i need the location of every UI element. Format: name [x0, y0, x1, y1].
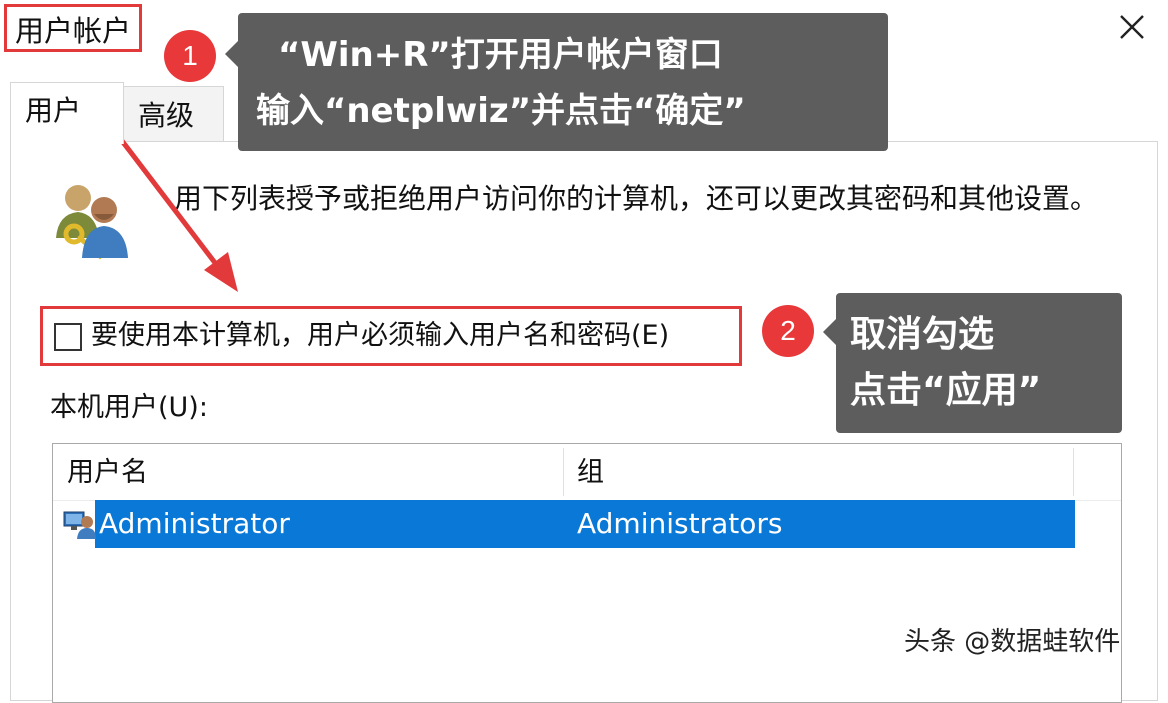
column-header-username[interactable]: 用户名: [67, 444, 148, 500]
callout-step1: “Win+R”打开用户帐户窗口 输入“netplwiz”并点击“确定”: [238, 13, 888, 151]
close-icon: [1120, 15, 1144, 39]
list-header: 用户名 组: [53, 444, 1121, 501]
callout-pointer: [225, 40, 239, 68]
watermark: 头条 @数据蛙软件: [904, 627, 1121, 657]
callout-step1-line1: “Win+R”打开用户帐户窗口: [278, 35, 723, 75]
callout-step2: 取消勾选 点击“应用”: [836, 293, 1122, 433]
close-button[interactable]: [1100, 4, 1162, 50]
users-key-icon: [56, 185, 128, 260]
callout-step2-line1: 取消勾选: [850, 314, 995, 355]
require-login-checkbox[interactable]: [54, 323, 82, 351]
tab-advanced[interactable]: 高级: [124, 86, 224, 142]
require-login-label: 要使用本计算机，用户必须输入用户名和密码(E): [91, 320, 670, 351]
require-login-checkbox-row[interactable]: 要使用本计算机，用户必须输入用户名和密码(E): [40, 306, 742, 366]
callout-pointer: [823, 318, 837, 346]
tab-users[interactable]: 用户: [10, 82, 124, 144]
column-divider[interactable]: [1073, 448, 1074, 496]
callout-step1-line2: 输入“netplwiz”并点击“确定”: [256, 91, 746, 131]
step-badge-1: 1: [164, 30, 216, 82]
window-title: 用户帐户: [4, 4, 143, 52]
column-divider[interactable]: [563, 448, 564, 496]
users-list[interactable]: 用户名 组 Administrator Administrators: [52, 443, 1122, 703]
column-header-group[interactable]: 组: [577, 444, 604, 500]
description-text: 用下列表授予或拒绝用户访问你的计算机，还可以更改其密码和其他设置。: [174, 182, 1099, 215]
step-badge-2: 2: [762, 305, 814, 357]
local-users-label: 本机用户(U):: [50, 392, 208, 423]
row-group: Administrators: [577, 507, 783, 540]
table-row[interactable]: Administrator Administrators: [53, 500, 1075, 548]
user-account-icon: [63, 511, 96, 539]
callout-step2-line2: 点击“应用”: [850, 370, 1042, 411]
row-username: Administrator: [99, 507, 290, 540]
